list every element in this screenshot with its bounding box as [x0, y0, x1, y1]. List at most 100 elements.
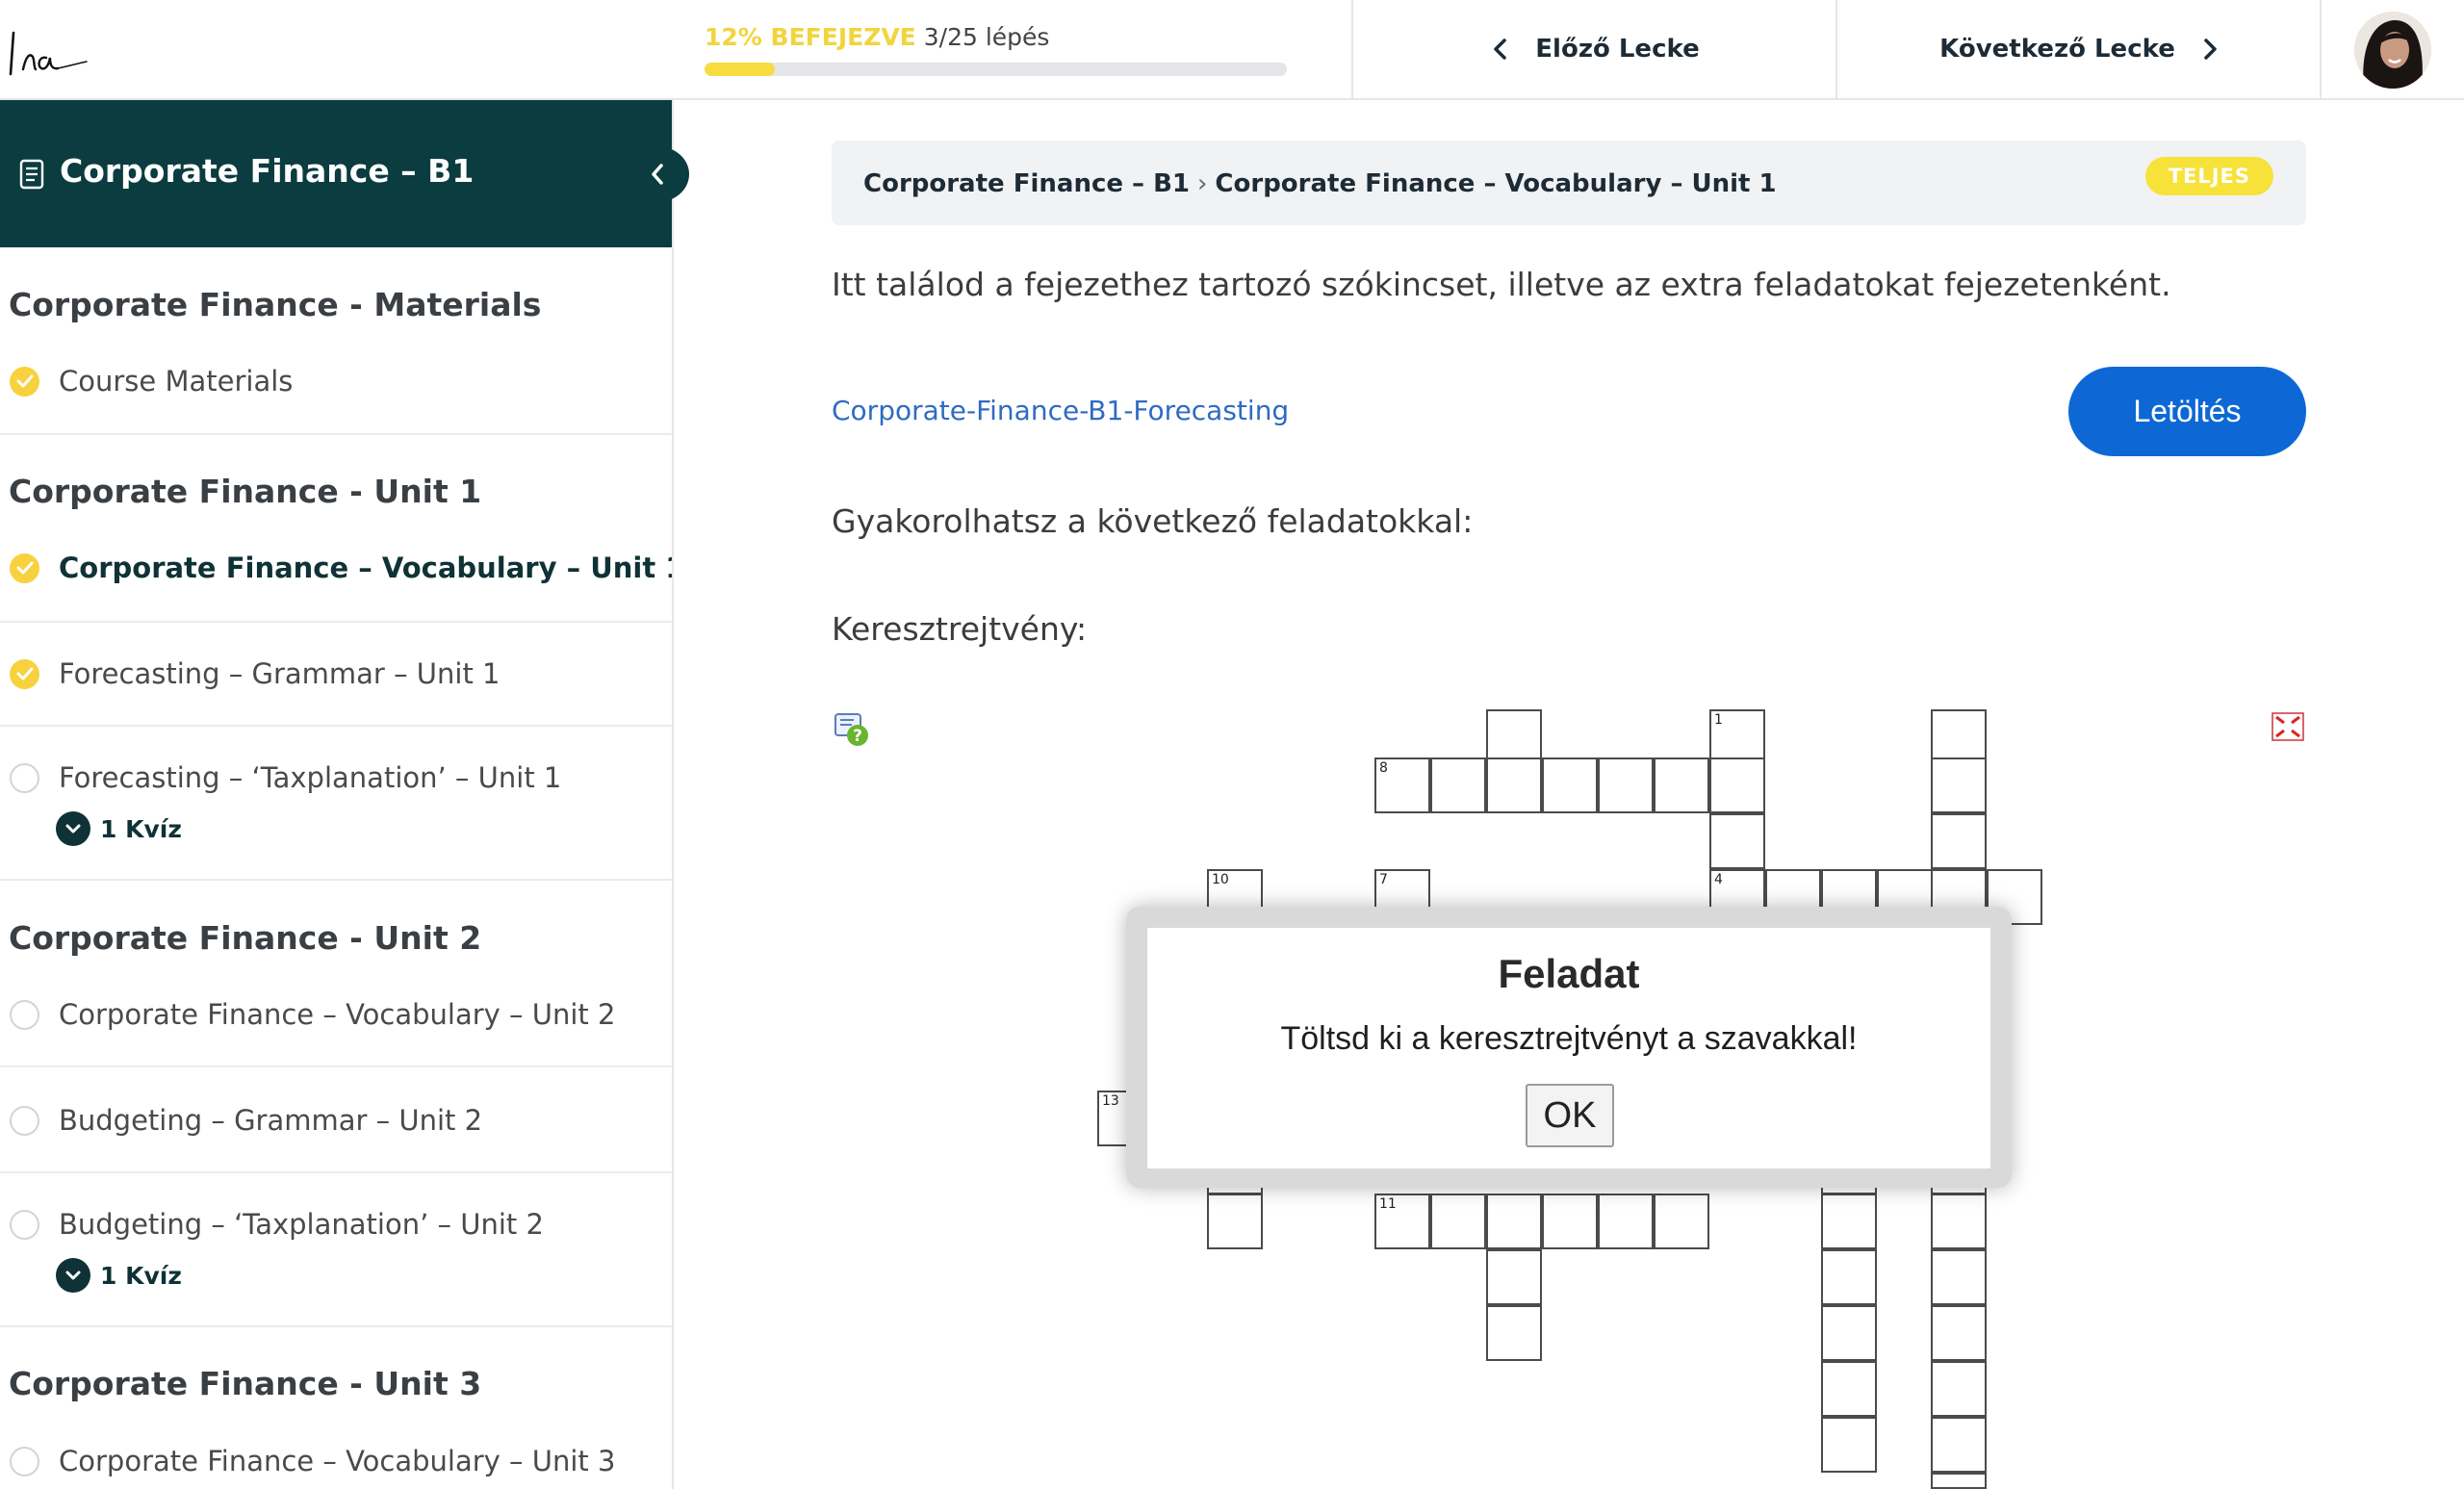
crossword-cell[interactable]: 8	[1374, 757, 1430, 813]
crossword-cell[interactable]	[1931, 1305, 1987, 1361]
crossword-cell[interactable]	[1931, 1417, 1987, 1473]
completed-check-icon	[10, 366, 39, 397]
lesson-label: Forecasting – ‘Taxplanation’ – Unit 1	[59, 761, 562, 794]
incomplete-circle-icon	[10, 1105, 39, 1136]
lesson-taxplanation-unit-2[interactable]: Budgeting – ‘Taxplanation’ – Unit 2	[10, 1208, 544, 1241]
crossword-cell[interactable]	[1931, 813, 1987, 869]
divider	[0, 1065, 672, 1067]
incomplete-circle-icon	[10, 1446, 39, 1476]
lesson-label: Forecasting – Grammar – Unit 1	[59, 657, 500, 690]
clue-number: 1	[1714, 712, 1723, 728]
crossword-cell[interactable]	[1931, 1361, 1987, 1417]
fullscreen-icon[interactable]	[2272, 712, 2304, 741]
quiz-count: 1 Kvíz	[100, 814, 182, 843]
crossword-cell[interactable]	[1486, 757, 1542, 813]
divider	[0, 725, 672, 727]
lesson-label: Corporate Finance – Vocabulary – Unit 3	[59, 1445, 616, 1477]
clue-number: 4	[1714, 872, 1723, 887]
crossword-cell[interactable]	[1486, 1249, 1542, 1305]
divider	[0, 879, 672, 881]
crossword-cell[interactable]	[1598, 757, 1654, 813]
incomplete-circle-icon	[10, 762, 39, 793]
crossword-cell[interactable]	[1821, 1361, 1877, 1417]
breadcrumb-lesson[interactable]: Corporate Finance – Vocabulary – Unit 1	[1215, 169, 1776, 198]
lesson-vocabulary-unit-3[interactable]: Corporate Finance – Vocabulary – Unit 3	[10, 1445, 615, 1477]
crossword-cell[interactable]: 11	[1374, 1194, 1430, 1249]
quiz-toggle[interactable]: 1 Kvíz	[56, 1258, 182, 1293]
collapse-sidebar-button[interactable]	[626, 146, 689, 202]
clue-number: 11	[1379, 1196, 1397, 1212]
crossword-cell[interactable]	[1931, 1194, 1987, 1249]
lesson-course-materials[interactable]: Course Materials	[10, 365, 293, 398]
crossword-cell[interactable]	[1709, 757, 1765, 813]
lesson-label: Budgeting – ‘Taxplanation’ – Unit 2	[59, 1208, 544, 1241]
breadcrumb-separator: ›	[1197, 169, 1208, 198]
crossword-cell[interactable]	[1709, 813, 1765, 869]
course-sidebar: Corporate Finance – B1 Corporate Finance…	[0, 100, 674, 1489]
section-title: Corporate Finance - Unit 2	[9, 919, 482, 957]
crossword-cell[interactable]	[1486, 1194, 1542, 1249]
lesson-grammar-unit-1[interactable]: Forecasting – Grammar – Unit 1	[10, 657, 500, 690]
crossword-cell[interactable]	[1931, 1473, 1987, 1489]
document-icon	[19, 159, 44, 190]
clue-number: 8	[1379, 760, 1388, 776]
lesson-grammar-unit-2[interactable]: Budgeting – Grammar – Unit 2	[10, 1104, 482, 1137]
crossword-cell[interactable]	[1821, 1305, 1877, 1361]
divider	[0, 1171, 672, 1173]
crossword-cell[interactable]	[1931, 1249, 1987, 1305]
divider	[0, 621, 672, 623]
clue-number: 10	[1212, 872, 1229, 887]
next-lesson-button[interactable]: Következő Lecke	[1835, 0, 2322, 98]
progress-percent: 12% BEFEJEZVE	[705, 23, 916, 51]
crossword-cell[interactable]	[1821, 1249, 1877, 1305]
progress-bar	[705, 63, 1287, 76]
svg-text:?: ?	[853, 727, 862, 746]
lesson-label: Course Materials	[59, 365, 294, 398]
status-badge: TELJES	[2144, 157, 2273, 195]
top-bar: 12% BEFEJEZVE 3/25 lépés Előző Lecke Köve…	[0, 0, 2464, 100]
divider	[0, 433, 672, 435]
clue-number: 7	[1379, 872, 1388, 887]
crossword-cell[interactable]	[1486, 1305, 1542, 1361]
crossword-heading: Keresztrejtvény:	[832, 610, 1088, 648]
lesson-vocabulary-unit-2[interactable]: Corporate Finance – Vocabulary – Unit 2	[10, 998, 615, 1031]
lesson-taxplanation-unit-1[interactable]: Forecasting – ‘Taxplanation’ – Unit 1	[10, 761, 561, 794]
help-icon[interactable]: ?	[833, 710, 871, 749]
crossword-cell[interactable]	[1598, 1194, 1654, 1249]
breadcrumb: Corporate Finance – B1 › Corporate Finance…	[832, 141, 2306, 225]
crossword-cell[interactable]	[1931, 757, 1987, 813]
chevron-left-icon	[652, 164, 663, 185]
course-title: Corporate Finance – B1	[60, 152, 475, 190]
course-progress: 12% BEFEJEZVE 3/25 lépés	[705, 23, 1292, 76]
incomplete-circle-icon	[10, 999, 39, 1030]
lesson-label: Corporate Finance – Vocabulary – Unit 1	[59, 552, 674, 584]
brand-logo[interactable]	[8, 21, 94, 79]
breadcrumb-course[interactable]: Corporate Finance – B1	[863, 169, 1190, 198]
crossword-cell[interactable]	[1542, 1194, 1598, 1249]
crossword-cell[interactable]	[1654, 1194, 1709, 1249]
file-link[interactable]: Corporate-Finance-B1-Forecasting	[832, 395, 1289, 426]
previous-lesson-button[interactable]: Előző Lecke	[1351, 0, 1837, 98]
dialog-message: Töltsd ki a keresztrejtvényt a szavakkal…	[1280, 1020, 1858, 1057]
crossword-cell[interactable]	[1207, 1194, 1263, 1249]
crossword-cell[interactable]	[1821, 1417, 1877, 1473]
incomplete-circle-icon	[10, 1209, 39, 1240]
download-button[interactable]: Letöltés	[2068, 367, 2306, 456]
lesson-label: Budgeting – Grammar – Unit 2	[59, 1104, 483, 1137]
crossword-cell[interactable]	[1430, 1194, 1486, 1249]
completed-check-icon	[10, 658, 39, 689]
crossword-cell[interactable]	[1821, 1194, 1877, 1249]
next-lesson-label: Következő Lecke	[1939, 35, 2175, 64]
user-menu[interactable]	[2320, 0, 2464, 98]
section-title: Corporate Finance - Materials	[9, 286, 542, 323]
lesson-vocabulary-unit-1[interactable]: Corporate Finance – Vocabulary – Unit 1	[10, 552, 674, 584]
lesson-intro-text: Itt találod a fejezethez tartozó szókinc…	[832, 266, 2171, 303]
crossword-cell[interactable]	[1654, 757, 1709, 813]
quiz-toggle[interactable]: 1 Kvíz	[56, 811, 182, 846]
crossword-cell[interactable]	[1430, 757, 1486, 813]
crossword-cell[interactable]	[1542, 757, 1598, 813]
avatar[interactable]	[2354, 12, 2431, 89]
ok-button[interactable]: OK	[1526, 1084, 1614, 1147]
chevron-down-icon	[56, 1258, 90, 1293]
clue-number: 13	[1102, 1093, 1119, 1109]
